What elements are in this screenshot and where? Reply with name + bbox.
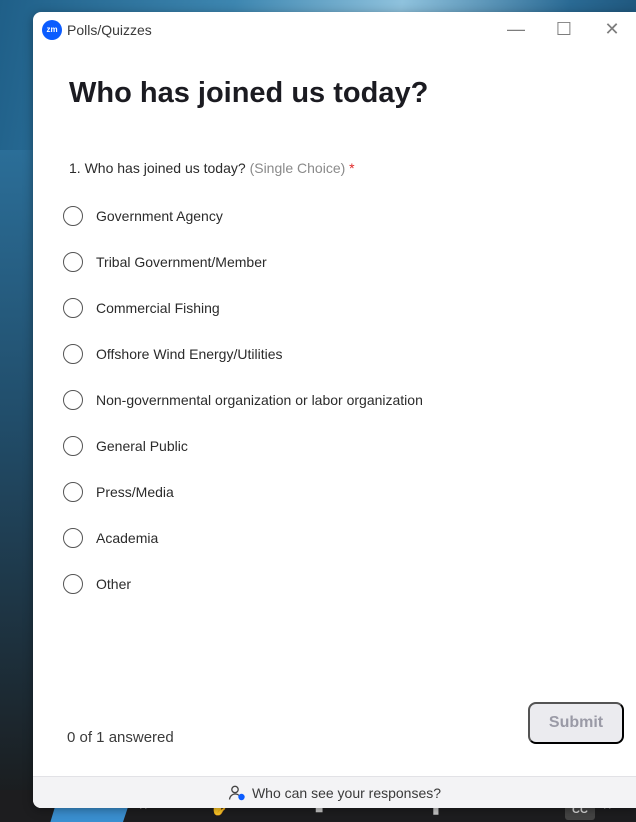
option-press-media[interactable]: Press/Media <box>63 469 423 515</box>
option-label: Commercial Fishing <box>96 300 220 316</box>
option-label: Press/Media <box>96 484 174 500</box>
submit-button[interactable]: Submit <box>528 702 624 744</box>
answer-options: Government Agency Tribal Government/Memb… <box>63 193 423 607</box>
option-other[interactable]: Other <box>63 561 423 607</box>
polls-dialog: zm Polls/Quizzes — ☐ ✕ Who has joined us… <box>33 12 636 808</box>
person-privacy-icon <box>228 785 246 801</box>
window-controls: — ☐ ✕ <box>492 12 636 47</box>
minimize-icon: — <box>507 19 525 39</box>
option-label: Academia <box>96 530 159 546</box>
close-icon: ✕ <box>604 19 620 39</box>
poll-heading: Who has joined us today? <box>69 77 429 109</box>
maximize-icon: ☐ <box>555 19 573 39</box>
option-ngo[interactable]: Non-governmental organization or labor o… <box>63 377 423 423</box>
radio-button[interactable] <box>63 252 83 272</box>
title-bar[interactable]: zm Polls/Quizzes — ☐ ✕ <box>33 12 636 47</box>
window-title: Polls/Quizzes <box>67 21 152 38</box>
option-label: Offshore Wind Energy/Utilities <box>96 346 283 362</box>
answered-count: 0 of 1 answered <box>67 729 174 746</box>
radio-button[interactable] <box>63 528 83 548</box>
radio-button[interactable] <box>63 390 83 410</box>
question-text: 1. Who has joined us today? (Single Choi… <box>69 160 355 176</box>
maximize-button[interactable]: ☐ <box>540 12 588 47</box>
radio-button[interactable] <box>63 436 83 456</box>
option-label: Non-governmental organization or labor o… <box>96 392 423 408</box>
option-label: Other <box>96 576 132 592</box>
required-mark: * <box>349 160 355 176</box>
radio-button[interactable] <box>63 482 83 502</box>
radio-button[interactable] <box>63 344 83 364</box>
radio-button[interactable] <box>63 298 83 318</box>
option-general-public[interactable]: General Public <box>63 423 423 469</box>
question-label: 1. Who has joined us today? <box>69 160 246 176</box>
radio-button[interactable] <box>63 574 83 594</box>
option-tribal-government[interactable]: Tribal Government/Member <box>63 239 423 285</box>
option-label: Government Agency <box>96 208 223 224</box>
question-type: (Single Choice) <box>249 160 346 176</box>
privacy-link[interactable]: Who can see your responses? <box>252 785 441 801</box>
option-offshore-wind[interactable]: Offshore Wind Energy/Utilities <box>63 331 423 377</box>
zoom-logo-icon: zm <box>42 19 62 40</box>
option-label: General Public <box>96 438 188 454</box>
radio-button[interactable] <box>63 206 83 226</box>
option-government-agency[interactable]: Government Agency <box>63 193 423 239</box>
option-label: Tribal Government/Member <box>96 254 267 270</box>
minimize-button[interactable]: — <box>492 12 540 47</box>
option-commercial-fishing[interactable]: Commercial Fishing <box>63 285 423 331</box>
close-button[interactable]: ✕ <box>588 12 636 47</box>
option-academia[interactable]: Academia <box>63 515 423 561</box>
privacy-footer[interactable]: Who can see your responses? <box>33 776 636 808</box>
